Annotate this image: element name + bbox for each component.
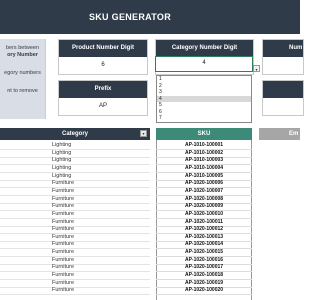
right-panel-top: Num xyxy=(262,39,304,75)
prefix-panel: Prefix AP xyxy=(58,80,148,116)
dropdown-option[interactable]: 7 xyxy=(157,115,251,122)
table-row[interactable]: Furniture AP-1020-100008 xyxy=(0,196,300,204)
category-header-label: Category xyxy=(61,131,88,137)
row-gridline xyxy=(0,294,150,296)
sku-gridline xyxy=(156,294,252,296)
table-row[interactable]: Furniture AP-1020-100011 xyxy=(0,219,300,227)
filter-dropdown-icon[interactable]: ▾ xyxy=(140,130,147,137)
right-header-label: Em xyxy=(289,131,299,137)
info-line-3: egory numbers xyxy=(4,70,41,76)
category-digit-value: 4 xyxy=(202,60,206,66)
category-digit-label: Category Number Digit xyxy=(156,40,253,57)
info-line-4: nt to remove xyxy=(7,88,38,94)
table-row[interactable]: Furniture AP-1020-100018 xyxy=(0,272,300,281)
table-row[interactable]: Lighting AP-1010-100001 xyxy=(0,142,300,150)
table-row[interactable]: Furniture AP-1020-100013 xyxy=(0,234,300,242)
table-row[interactable]: Furniture AP-1020-100006 xyxy=(0,180,300,189)
info-line-2: ory Number xyxy=(7,52,38,58)
table-row[interactable]: Furniture AP-1020-100010 xyxy=(0,211,300,219)
table-row[interactable]: Lighting AP-1010-100002 xyxy=(0,150,300,158)
table-row[interactable]: Furniture AP-1020-100012 xyxy=(0,226,300,235)
table-row[interactable]: Furniture AP-1020-100015 xyxy=(0,249,300,258)
table-row[interactable]: Furniture AP-1020-100009 xyxy=(0,203,300,212)
table-row[interactable]: Furniture AP-1020-100016 xyxy=(0,257,300,265)
category-digit-dropdown-list[interactable]: 1 2 3 4 5 6 7 xyxy=(156,75,252,123)
table-row[interactable]: Furniture AP-1020-100020 xyxy=(0,287,300,296)
table-row[interactable]: Furniture AP-1020-100014 xyxy=(0,241,300,250)
table-row[interactable]: Furniture AP-1020-100007 xyxy=(0,188,300,196)
info-box: bers between ory Number egory numbers nt… xyxy=(0,39,46,119)
table-row[interactable]: Furniture AP-1020-100017 xyxy=(0,264,300,273)
table-row[interactable]: Furniture AP-1020-100019 xyxy=(0,280,300,288)
info-line-1: bers between xyxy=(5,45,40,51)
prefix-label: Prefix xyxy=(59,81,147,98)
app-title: SKU GENERATOR xyxy=(88,12,172,22)
right-column-header: Em xyxy=(259,128,300,140)
sku-header-label: SKU xyxy=(197,131,211,137)
product-digit-label: Product Number Digit xyxy=(59,40,147,57)
right-panel-top-label: Num xyxy=(263,40,303,57)
prefix-value[interactable]: AP xyxy=(59,98,147,114)
right-panel-bottom-label xyxy=(263,81,303,98)
table-row[interactable]: Lighting AP-1010-100004 xyxy=(0,165,300,173)
category-column-header: Category xyxy=(0,128,150,140)
category-digit-select[interactable]: 4 xyxy=(155,56,253,72)
right-panel-bottom xyxy=(262,80,304,116)
product-digit-panel: Product Number Digit 6 xyxy=(58,39,148,75)
table-row[interactable]: Lighting AP-1010-100005 xyxy=(0,173,300,181)
sku-table: Category ▾ SKU Em Lighting AP-1010-100001… xyxy=(0,128,300,300)
table-row[interactable]: Lighting AP-1010-100003 xyxy=(0,157,300,166)
sku-column-header: SKU xyxy=(156,128,252,140)
header-bar: SKU GENERATOR xyxy=(0,0,300,34)
product-digit-value[interactable]: 6 xyxy=(59,57,147,73)
chevron-down-icon[interactable]: ▾ xyxy=(253,65,260,72)
